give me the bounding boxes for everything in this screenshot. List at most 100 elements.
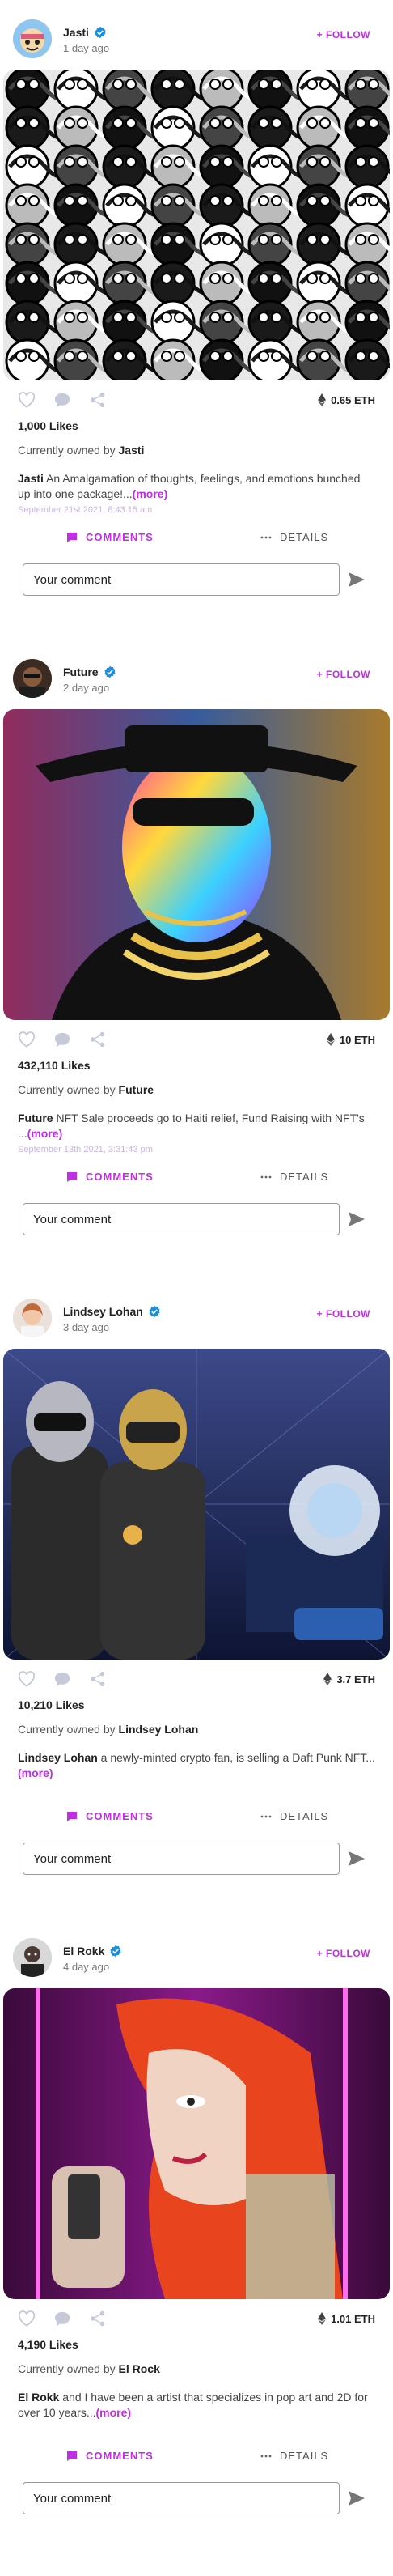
tab-details[interactable]: DETAILS (260, 1171, 328, 1183)
share-icon[interactable] (89, 2310, 107, 2327)
verified-badge-icon (148, 1305, 161, 1318)
owned-prefix: Currently owned by (18, 1083, 119, 1096)
comment-row (0, 2474, 393, 2523)
price: 0.65 ETH (318, 393, 375, 406)
description-text: NFT Sale proceeds go to Haiti relief, Fu… (18, 1112, 365, 1140)
post-date (0, 2421, 393, 2438)
price: 10 ETH (326, 1033, 375, 1046)
heart-icon[interactable] (18, 1031, 36, 1048)
post-tabs: COMMENTS DETAILS (0, 2438, 393, 2474)
description-author[interactable]: Jasti (18, 472, 44, 485)
comment-row (0, 555, 393, 604)
heart-icon[interactable] (18, 392, 36, 408)
post-tabs: COMMENTS DETAILS (0, 520, 393, 555)
chat-bubble-icon[interactable] (53, 2310, 71, 2327)
heart-icon[interactable] (18, 2310, 36, 2327)
post-description: El Rokk and I have been a artist that sp… (0, 2385, 393, 2421)
tab-details-label: DETAILS (280, 531, 329, 543)
tab-details-label: DETAILS (280, 1171, 329, 1183)
likes-count[interactable]: 4,190 Likes (0, 2333, 393, 2357)
more-link[interactable]: (more) (96, 2406, 132, 2419)
post-header: Future 2 day ago + FOLLOW (0, 640, 393, 709)
ownership-line: Currently owned by El Rock (0, 2357, 393, 2385)
tab-comments[interactable]: COMMENTS (66, 531, 154, 543)
ethereum-icon (323, 1673, 332, 1685)
comment-input[interactable] (23, 563, 340, 596)
avatar[interactable] (13, 1938, 52, 1977)
nft-artwork-image[interactable] (3, 1349, 390, 1660)
follow-button[interactable]: + FOLLOW (317, 29, 370, 40)
nft-artwork-image[interactable] (3, 70, 390, 380)
ethereum-icon (318, 393, 327, 406)
follow-button[interactable]: + FOLLOW (317, 1948, 370, 1959)
owner-name[interactable]: Future (119, 1083, 154, 1096)
dots-icon (260, 536, 272, 538)
tab-comments[interactable]: COMMENTS (66, 1810, 154, 1822)
post-time: 4 day ago (63, 1961, 110, 1973)
nft-artwork-image[interactable] (3, 1988, 390, 2299)
comment-input[interactable] (23, 2482, 340, 2514)
share-icon[interactable] (89, 392, 107, 408)
likes-count[interactable]: 10,210 Likes (0, 1694, 393, 1718)
description-author[interactable]: Lindsey Lohan (18, 1751, 98, 1764)
user-name[interactable]: Future (63, 665, 99, 678)
send-icon[interactable] (348, 1851, 366, 1867)
description-text: a newly-minted crypto fan, is selling a … (97, 1751, 375, 1764)
owner-name[interactable]: Lindsey Lohan (119, 1723, 199, 1736)
nft-artwork-image[interactable] (3, 709, 390, 1020)
post-date (0, 1781, 393, 1799)
post-card: Lindsey Lohan 3 day ago + FOLLOW 3.7 ETH (0, 1279, 393, 1919)
chat-bubble-icon[interactable] (53, 1031, 71, 1048)
description-author[interactable]: El Rokk (18, 2391, 59, 2404)
user-name[interactable]: Jasti (63, 26, 89, 39)
tab-comments[interactable]: COMMENTS (66, 2450, 154, 2462)
share-icon[interactable] (89, 1671, 107, 1687)
follow-button[interactable]: + FOLLOW (317, 1308, 370, 1320)
post-actions: 3.7 ETH (0, 1660, 393, 1694)
more-link[interactable]: (more) (18, 1766, 53, 1779)
owned-prefix: Currently owned by (18, 1723, 119, 1736)
tab-details-label: DETAILS (280, 1810, 329, 1822)
heart-icon[interactable] (18, 1671, 36, 1687)
ownership-line: Currently owned by Future (0, 1078, 393, 1106)
likes-count[interactable]: 1,000 Likes (0, 414, 393, 439)
likes-count[interactable]: 432,110 Likes (0, 1054, 393, 1078)
post-header: El Rokk 4 day ago + FOLLOW (0, 1919, 393, 1988)
share-icon[interactable] (89, 1031, 107, 1048)
nft-feed: Jasti 1 day ago + FOLLOW 0.65 ETH 1,000 … (0, 0, 393, 2558)
avatar[interactable] (13, 19, 52, 58)
ownership-line: Currently owned by Jasti (0, 439, 393, 466)
chat-bubble-icon[interactable] (53, 1671, 71, 1687)
user-name[interactable]: Lindsey Lohan (63, 1305, 143, 1318)
tab-details[interactable]: DETAILS (260, 1810, 328, 1822)
description-author[interactable]: Future (18, 1112, 53, 1124)
tab-details[interactable]: DETAILS (260, 2450, 328, 2462)
post-time: 3 day ago (63, 1321, 110, 1333)
comment-row (0, 1195, 393, 1243)
post-card: Future 2 day ago + FOLLOW 10 ETH 432,110… (0, 640, 393, 1279)
send-icon[interactable] (348, 1211, 366, 1227)
comment-input[interactable] (23, 1843, 340, 1875)
send-icon[interactable] (348, 2490, 366, 2506)
comment-input[interactable] (23, 1203, 340, 1235)
tab-comments[interactable]: COMMENTS (66, 1171, 154, 1183)
user-name[interactable]: El Rokk (63, 1945, 104, 1958)
tab-comments-label: COMMENTS (86, 2450, 154, 2462)
verified-badge-icon (94, 26, 107, 39)
chat-bubble-icon[interactable] (53, 392, 71, 408)
owner-name[interactable]: El Rock (119, 2362, 160, 2375)
tab-details[interactable]: DETAILS (260, 531, 328, 543)
avatar[interactable] (13, 1299, 52, 1337)
follow-button[interactable]: + FOLLOW (317, 669, 370, 680)
price-value: 10 ETH (339, 1033, 375, 1046)
more-link[interactable]: (more) (27, 1127, 63, 1140)
tab-comments-label: COMMENTS (86, 1171, 154, 1183)
post-description: Lindsey Lohan a newly-minted crypto fan,… (0, 1745, 393, 1781)
description-text: and I have been a artist that specialize… (18, 2391, 368, 2419)
post-description: Jasti An Amalgamation of thoughts, feeli… (0, 466, 393, 502)
dots-icon (260, 1175, 272, 1178)
more-link[interactable]: (more) (133, 487, 168, 500)
avatar[interactable] (13, 659, 52, 698)
owner-name[interactable]: Jasti (119, 444, 145, 457)
send-icon[interactable] (348, 572, 366, 588)
